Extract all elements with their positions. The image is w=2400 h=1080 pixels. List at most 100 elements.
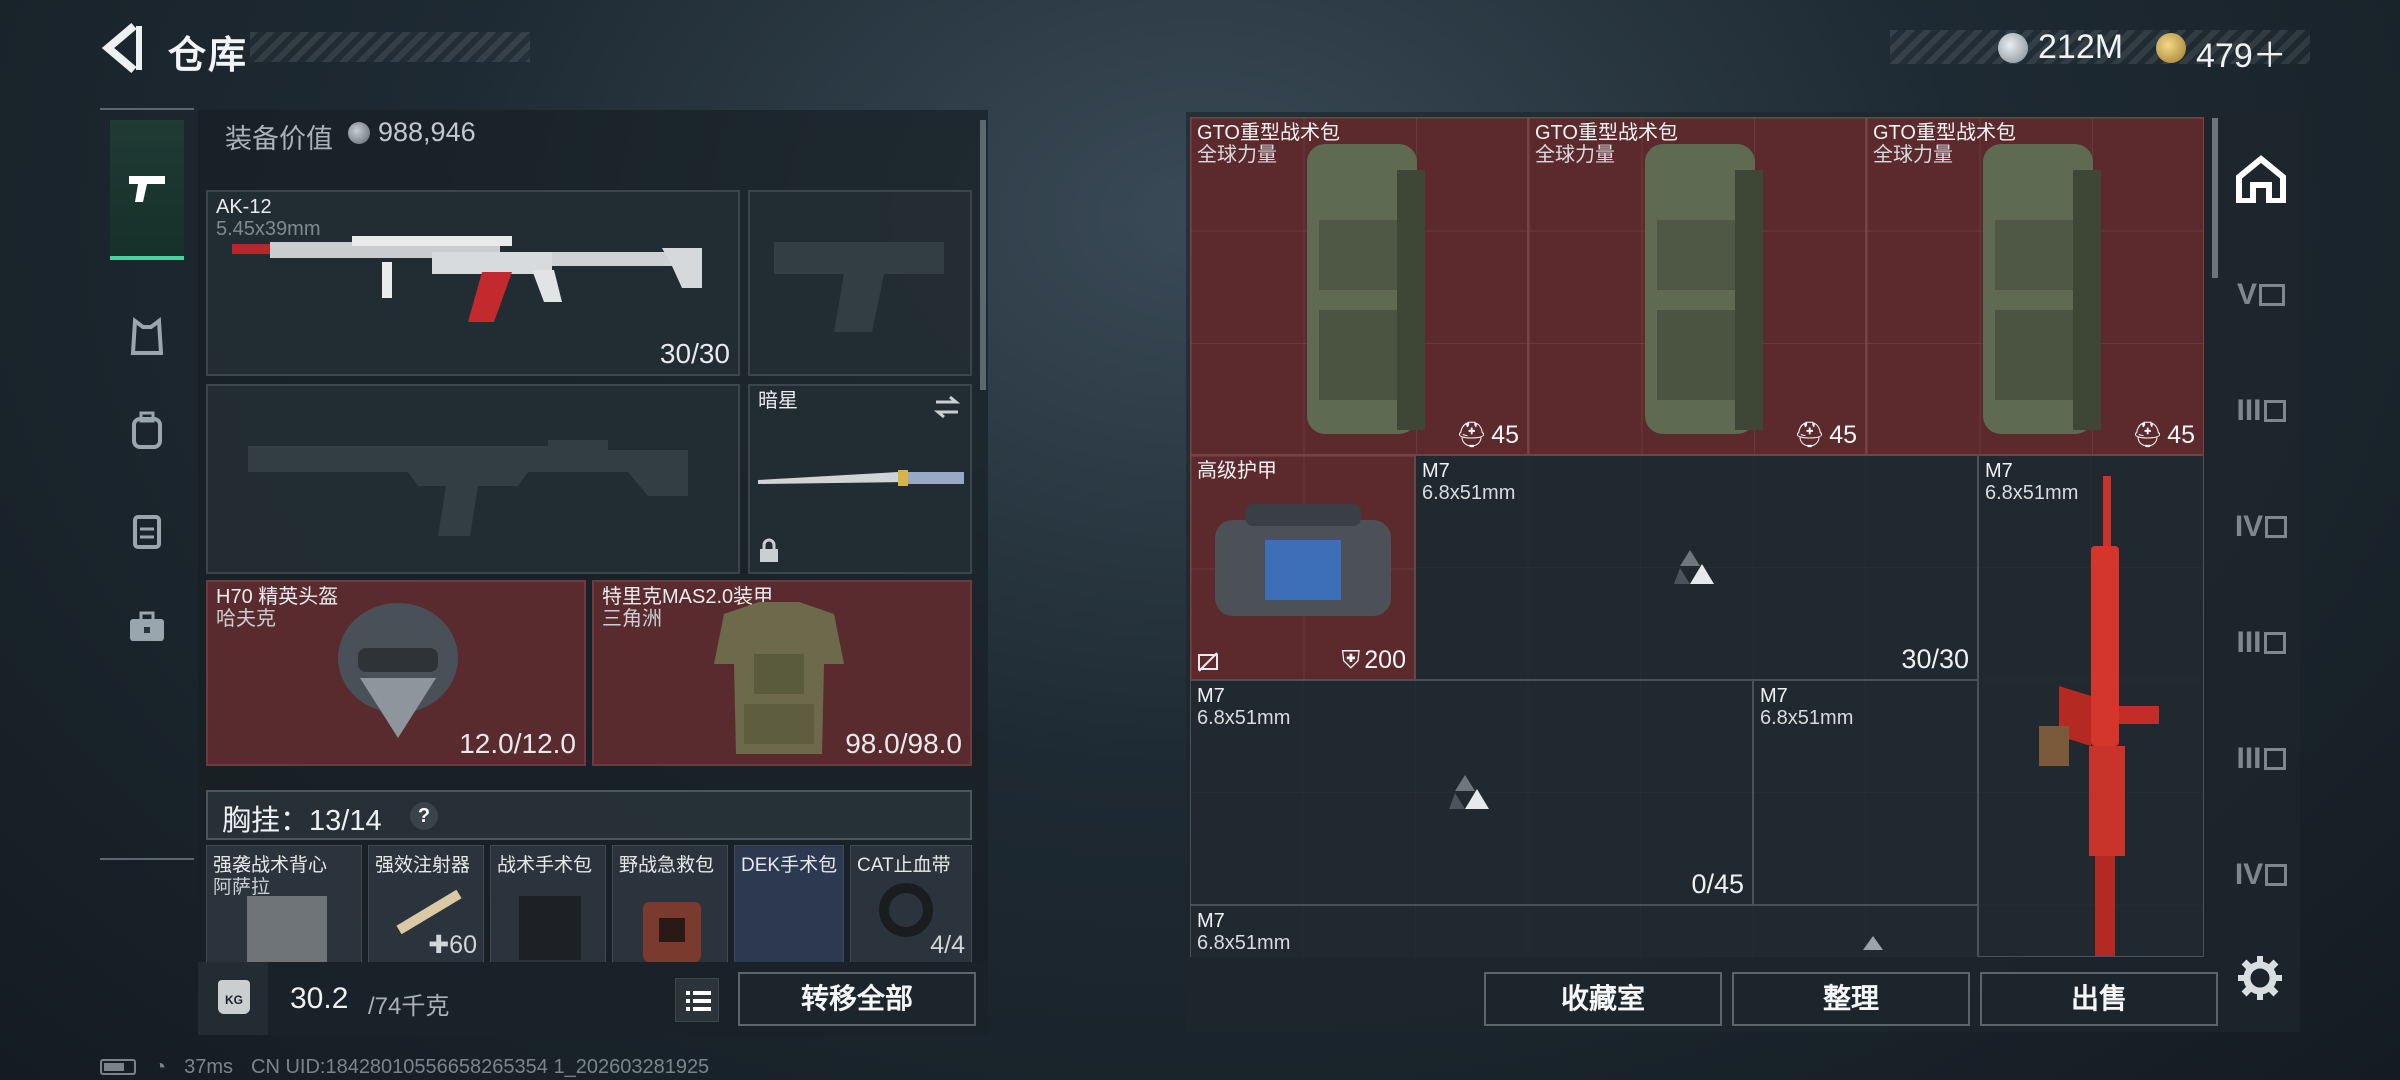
weight-max: /74千克 [368, 993, 450, 1020]
storage-item-m7[interactable]: M7 6.8x51mm 30/30 [1415, 455, 1978, 680]
primary-weapon-slot[interactable]: AK-12 5.45x39mm 30/30 [206, 190, 740, 376]
storage-item-backpack[interactable]: GTO重型战术包 全球力量 ⛑ 45 [1866, 117, 2204, 455]
scrollbar[interactable] [980, 120, 986, 390]
item-weight-value: 45 [1491, 421, 1519, 449]
wifi-icon: ◔ [154, 1055, 167, 1078]
rig-item-title: 战术手术包 [497, 855, 593, 876]
m7-rifle-image [2039, 476, 2159, 956]
storage-item-m7[interactable]: M7 6.8x51mm [1978, 455, 2204, 957]
rig-item-title: 强效注射器 [375, 855, 471, 876]
tab-label: IV [2234, 510, 2264, 543]
storage-item-m7[interactable]: M7 6.8x51mm [1190, 905, 1978, 957]
storage-item-backpack[interactable]: GTO重型战术包 全球力量 ⛑ 45 [1190, 117, 1528, 455]
rifle-placeholder-icon [248, 440, 688, 536]
case-icon [2259, 284, 2285, 306]
tab-storage-iii[interactable]: III [2228, 378, 2294, 444]
item-title: M7 [1197, 910, 1225, 932]
tab-all-storage[interactable] [2228, 146, 2294, 212]
case-icon [2265, 864, 2288, 886]
tab-storage-iv-b[interactable]: IV [2228, 842, 2294, 908]
weight-icon: ⛑ [2131, 421, 2164, 449]
tactical-vest-image [247, 896, 327, 962]
sort-button[interactable]: 整理 [1732, 972, 1970, 1026]
rig-item[interactable]: 强效注射器 ✚60 [368, 845, 484, 963]
rig-item[interactable]: 战术手术包 [490, 845, 606, 963]
storage-item-armor-bag[interactable]: 高级护甲 ⛨ 200 [1190, 455, 1415, 680]
swap-icon[interactable] [932, 394, 962, 420]
pistol-slot[interactable] [748, 190, 972, 376]
tab-storage-v[interactable]: V [2228, 262, 2294, 328]
silver-coin-icon [1998, 33, 2028, 63]
helmet-slot[interactable]: H70 精英头盔 哈夫克 12.0/12.0 [206, 580, 586, 766]
sell-button[interactable]: 出售 [1980, 972, 2218, 1026]
nav-armor[interactable] [110, 300, 184, 374]
collection-room-button[interactable]: 收藏室 [1484, 972, 1722, 1026]
item-ammo: 0/45 [1691, 869, 1744, 899]
case-icon [2265, 516, 2288, 538]
backpack-image [1307, 144, 1425, 434]
helmet-name: H70 精英头盔 [216, 586, 339, 608]
rig-item[interactable]: DEK手术包 [734, 845, 844, 963]
item-title: M7 [1197, 685, 1225, 707]
helmet-durability: 12.0/12.0 [459, 728, 576, 759]
pistol-icon [129, 176, 165, 202]
item-sub: 全球力量 [1873, 144, 1953, 166]
secondary-weapon-slot[interactable] [206, 384, 740, 574]
storage-item-backpack[interactable]: GTO重型战术包 全球力量 ⛑ 45 [1528, 117, 1866, 455]
storage-home-icon [2236, 155, 2286, 203]
ak12-rifle-image [232, 236, 702, 322]
item-ammo: 30/30 [1901, 644, 1969, 674]
nav-backpack[interactable] [110, 394, 184, 468]
status-bar: ◔ 37ms CN UID:18428010556658265354 1_202… [100, 1054, 709, 1080]
pistol-placeholder-icon [774, 242, 944, 332]
armor-durability: 98.0/98.0 [845, 728, 962, 759]
nav-case[interactable] [110, 590, 184, 664]
tab-storage-iii-b[interactable]: III [2228, 610, 2294, 676]
grid-scrollbar[interactable] [2212, 118, 2218, 278]
knife-image [758, 470, 964, 486]
rig-item[interactable]: 野战急救包 [612, 845, 728, 963]
rig-item[interactable]: 强袭战术背心 阿萨拉 [206, 845, 362, 963]
tab-storage-iii-c[interactable]: III [2228, 726, 2294, 792]
tab-storage-iv[interactable]: IV [2228, 494, 2294, 560]
chest-rig-icon [133, 515, 161, 549]
coin-icon [348, 122, 370, 144]
melee-slot[interactable]: 暗星 [748, 384, 972, 574]
armor-slot[interactable]: 特里克MAS2.0装甲 三角洲 98.0/98.0 [592, 580, 972, 766]
case-icon [2263, 748, 2286, 770]
item-weight: ⛑ 45 [1455, 421, 1519, 450]
delta-logo-icon [1674, 550, 1714, 584]
delta-logo-icon [1863, 936, 1883, 950]
item-sub: 全球力量 [1197, 144, 1277, 166]
transfer-all-button[interactable]: 转移全部 [738, 972, 976, 1026]
left-nav [100, 108, 194, 860]
storage-grid[interactable]: GTO重型战术包 全球力量 ⛑ 45 GTO重型战术包 全球力量 ⛑ 45 GTO重… [1190, 117, 2204, 957]
item-weight: ⛑ 45 [2131, 421, 2195, 450]
vest-icon [130, 317, 164, 355]
storage-tabs: V III IV III III IV [2222, 112, 2300, 972]
storage-item-m7[interactable]: M7 6.8x51mm 0/45 [1190, 680, 1753, 905]
item-sub: 6.8x51mm [1422, 482, 1516, 504]
help-icon[interactable]: ? [410, 802, 438, 830]
weight-icon: ⛑ [1793, 421, 1826, 449]
helmet-brand: 哈夫克 [216, 608, 276, 630]
item-title: M7 [1422, 460, 1450, 482]
nav-rig[interactable] [110, 494, 184, 568]
list-icon [686, 991, 711, 1011]
rig-item[interactable]: CAT止血带 4/4 [850, 845, 972, 963]
armor-bag-image [1215, 504, 1391, 616]
gear-icon[interactable] [2236, 954, 2284, 1002]
no-trade-icon [1198, 652, 1218, 672]
equip-value-label: 装备价值 [225, 124, 333, 154]
tab-label: IV [2234, 858, 2264, 891]
item-title: M7 [1985, 460, 2013, 482]
back-icon[interactable] [100, 22, 146, 74]
storage-item-m7[interactable]: M7 6.8x51mm [1753, 680, 1978, 905]
item-weight-value: 45 [2167, 421, 2195, 449]
case-icon [2263, 632, 2286, 654]
item-sub: 6.8x51mm [1760, 707, 1854, 729]
currency-gold[interactable]: 479＋ [2196, 28, 2287, 77]
currency-silver: 212M [2038, 28, 2124, 66]
list-view-button[interactable] [675, 978, 719, 1022]
nav-weapons[interactable] [110, 120, 184, 260]
